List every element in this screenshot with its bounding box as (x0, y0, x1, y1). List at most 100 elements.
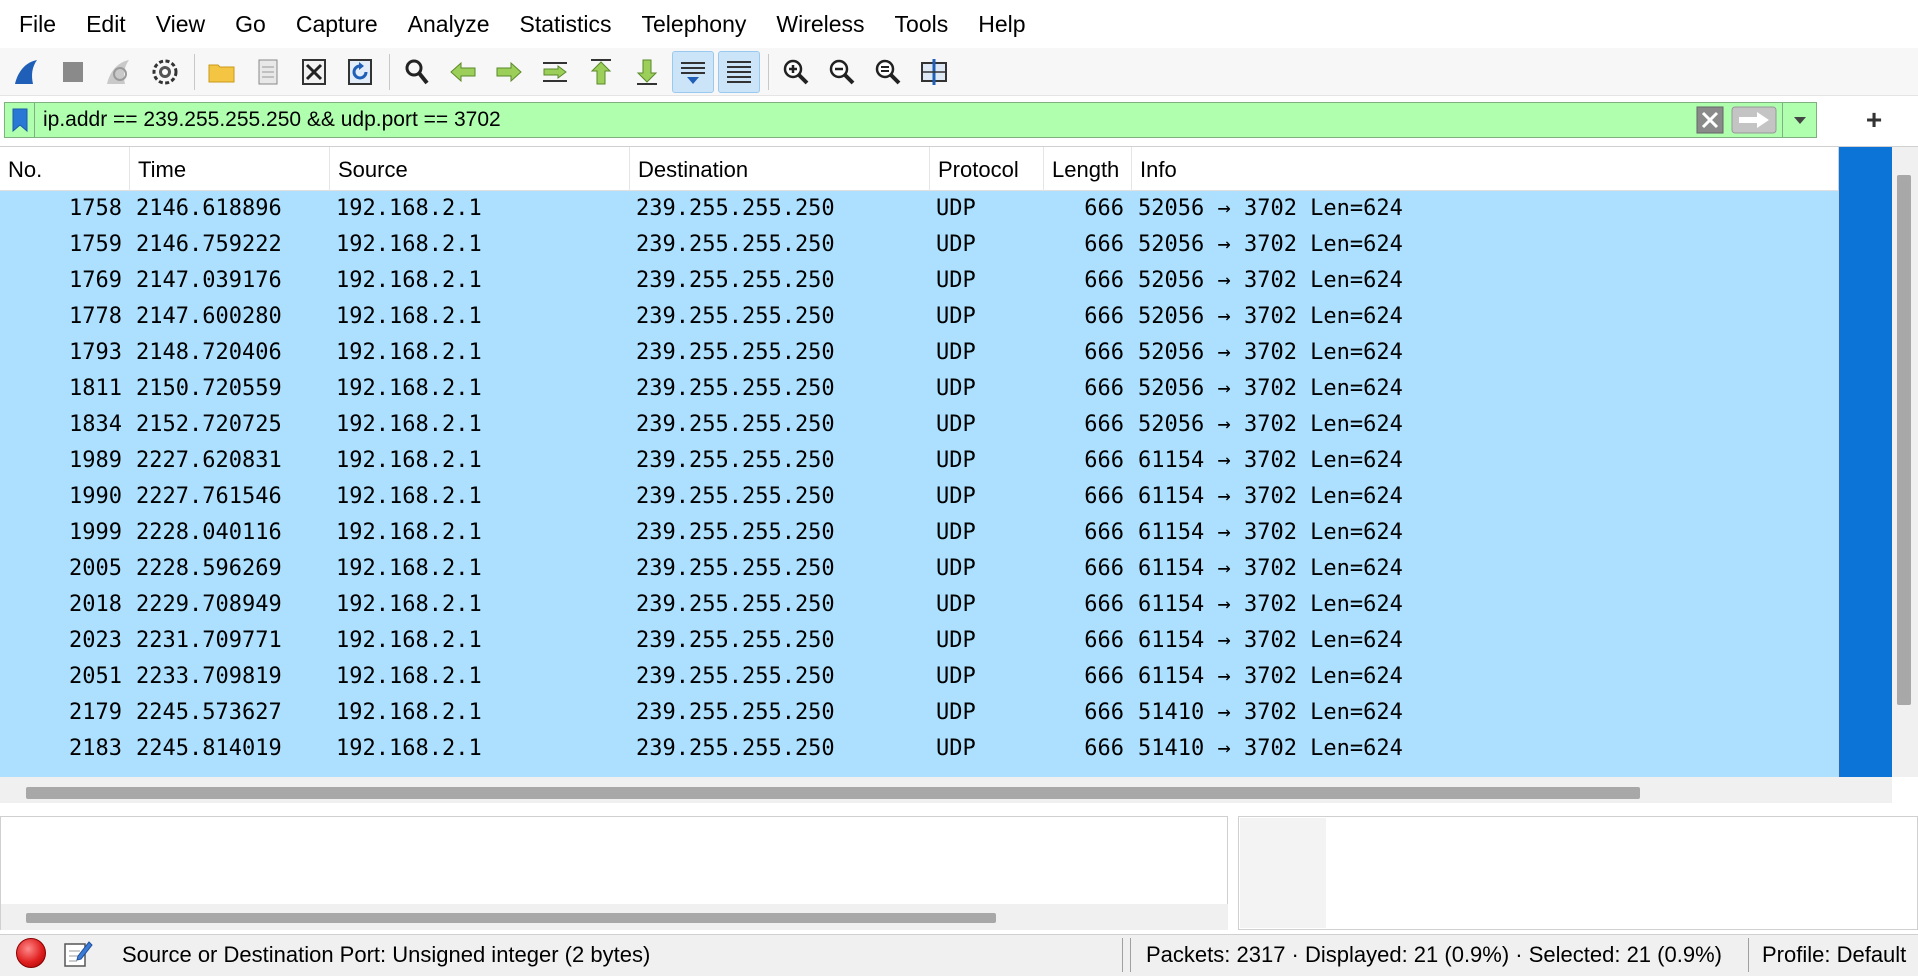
table-row[interactable]: 1990 2227.761546 192.168.2.1 239.255.255.25… (0, 479, 1838, 515)
last-packet-button[interactable] (626, 51, 668, 93)
cell-length: 666 (1084, 376, 1124, 401)
column-header-source[interactable]: Source (330, 147, 630, 191)
cell-time: 2228.040116 (136, 520, 282, 545)
column-header-length[interactable]: Length (1044, 147, 1132, 191)
packet-list-horizontal-scroll-thumb[interactable] (26, 787, 1640, 799)
cell-time: 2245.573627 (136, 700, 282, 725)
cell-time: 2148.720406 (136, 340, 282, 365)
capture-comment-button[interactable] (62, 938, 94, 970)
autoscroll-button[interactable] (672, 50, 714, 93)
table-row[interactable]: 1989 2227.620831 192.168.2.1 239.255.255.25… (0, 443, 1838, 479)
menu-edit[interactable]: Edit (71, 0, 141, 48)
column-header-time[interactable]: Time (130, 147, 330, 191)
cell-no: 2023 (69, 628, 122, 653)
cell-length: 666 (1084, 340, 1124, 365)
menu-view[interactable]: View (141, 0, 220, 48)
filter-apply-button[interactable] (1730, 105, 1778, 135)
cell-time: 2146.759222 (136, 232, 282, 257)
zoom-normal-button[interactable] (867, 51, 909, 93)
table-row[interactable]: 1811 2150.720559 192.168.2.1 239.255.255.25… (0, 371, 1838, 407)
table-row[interactable]: 2018 2229.708949 192.168.2.1 239.255.255.25… (0, 587, 1838, 623)
cell-info: 61154 → 3702 Len=624 (1138, 664, 1403, 689)
colorize-icon (727, 60, 751, 83)
packet-details-horizontal-scroll-thumb[interactable] (26, 913, 996, 923)
filter-bookmark-button[interactable] (5, 103, 35, 137)
column-header-protocol[interactable]: Protocol (930, 147, 1044, 191)
stop-capture-button[interactable] (52, 51, 94, 93)
column-header-destination[interactable]: Destination (630, 147, 930, 191)
add-filter-button[interactable]: + (1856, 102, 1892, 138)
cell-protocol: UDP (936, 736, 976, 761)
cell-time: 2245.814019 (136, 736, 282, 761)
packet-bytes-offset-gutter (1240, 818, 1326, 928)
zoom-in-button[interactable] (775, 51, 817, 93)
cell-source: 192.168.2.1 (336, 340, 482, 365)
cell-length: 666 (1084, 268, 1124, 293)
display-filter-field (4, 102, 1817, 138)
go-to-packet-button[interactable] (534, 51, 576, 93)
table-row[interactable]: 1778 2147.600280 192.168.2.1 239.255.255.25… (0, 299, 1838, 335)
menu-tools[interactable]: Tools (880, 0, 964, 48)
apply-arrow-icon (1731, 106, 1777, 134)
status-separator (1748, 938, 1749, 972)
filter-history-dropdown[interactable] (1782, 103, 1816, 137)
packet-minimap[interactable] (1838, 147, 1892, 777)
recent-files-button[interactable] (247, 51, 289, 93)
menu-statistics[interactable]: Statistics (504, 0, 626, 48)
chevron-down-icon (1793, 117, 1806, 124)
start-capture-button[interactable] (6, 51, 48, 93)
table-row[interactable]: 2023 2231.709771 192.168.2.1 239.255.255.25… (0, 623, 1838, 659)
menu-help[interactable]: Help (963, 0, 1040, 48)
menu-wireless[interactable]: Wireless (761, 0, 879, 48)
display-filter-input[interactable] (35, 103, 1694, 137)
menu-file[interactable]: File (4, 0, 71, 48)
table-row[interactable]: 1758 2146.618896 192.168.2.1 239.255.255.25… (0, 191, 1838, 227)
open-file-button[interactable] (201, 51, 243, 93)
go-back-button[interactable] (442, 51, 484, 93)
first-packet-icon (590, 58, 612, 84)
table-row[interactable]: 2051 2233.709819 192.168.2.1 239.255.255.25… (0, 659, 1838, 695)
filter-clear-button[interactable] (1694, 105, 1726, 135)
cell-length: 666 (1084, 448, 1124, 473)
table-row[interactable]: 1769 2147.039176 192.168.2.1 239.255.255.25… (0, 263, 1838, 299)
go-forward-arrow-icon (496, 61, 522, 82)
reload-file-button[interactable] (339, 51, 381, 93)
table-row[interactable]: 1834 2152.720725 192.168.2.1 239.255.255.25… (0, 407, 1838, 443)
expert-info-red-icon[interactable] (16, 938, 46, 968)
table-row[interactable]: 2005 2228.596269 192.168.2.1 239.255.255.25… (0, 551, 1838, 587)
table-row[interactable]: 1999 2228.040116 192.168.2.1 239.255.255.25… (0, 515, 1838, 551)
table-row[interactable]: 1759 2146.759222 192.168.2.1 239.255.255.25… (0, 227, 1838, 263)
cell-source: 192.168.2.1 (336, 700, 482, 725)
cell-no: 1990 (69, 484, 122, 509)
menu-capture[interactable]: Capture (281, 0, 393, 48)
cell-destination: 239.255.255.250 (636, 340, 835, 365)
find-packet-button[interactable] (396, 51, 438, 93)
status-profile[interactable]: Profile: Default (1762, 934, 1906, 976)
cell-no: 1793 (69, 340, 122, 365)
table-row[interactable]: 1793 2148.720406 192.168.2.1 239.255.255.25… (0, 335, 1838, 371)
table-row[interactable]: 2179 2245.573627 192.168.2.1 239.255.255.25… (0, 695, 1838, 731)
zoom-normal-icon (875, 59, 901, 84)
go-forward-button[interactable] (488, 51, 530, 93)
restart-capture-button[interactable] (98, 51, 140, 93)
close-file-button[interactable] (293, 51, 335, 93)
packet-list-vertical-scroll-thumb[interactable] (1897, 175, 1911, 705)
column-header-info[interactable]: Info (1132, 147, 1838, 191)
find-packet-icon (405, 59, 429, 84)
menu-go[interactable]: Go (220, 0, 281, 48)
capture-options-button[interactable] (144, 51, 186, 93)
menu-analyze[interactable]: Analyze (393, 0, 505, 48)
capture-options-gear-icon (152, 59, 178, 84)
packet-bytes-pane[interactable] (1238, 816, 1918, 930)
menu-telephony[interactable]: Telephony (627, 0, 762, 48)
cell-protocol: UDP (936, 268, 976, 293)
zoom-in-icon (783, 59, 809, 84)
zoom-out-button[interactable] (821, 51, 863, 93)
table-row[interactable]: 2183 2245.814019 192.168.2.1 239.255.255.25… (0, 731, 1838, 767)
column-header-no[interactable]: No. (0, 147, 130, 191)
first-packet-button[interactable] (580, 51, 622, 93)
cell-source: 192.168.2.1 (336, 736, 482, 761)
resize-columns-button[interactable] (913, 51, 955, 93)
colorize-button[interactable] (718, 50, 760, 93)
cell-no: 1769 (69, 268, 122, 293)
